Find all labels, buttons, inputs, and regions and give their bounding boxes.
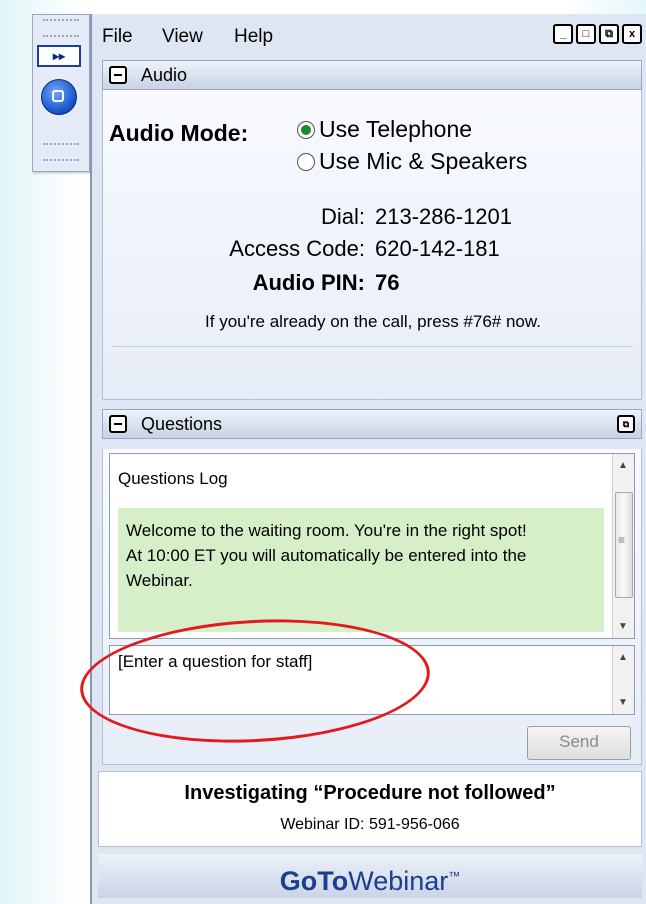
minimize-button[interactable]: _ [553, 24, 573, 44]
questions-panel-header[interactable]: Questions ⧉ [102, 409, 642, 439]
grip-handle[interactable] [43, 19, 79, 37]
scroll-thumb[interactable] [615, 492, 633, 598]
input-scrollbar[interactable]: ▲ ▼ [612, 646, 634, 714]
mini-toolbar: ▸▸ [32, 14, 90, 172]
menu-view[interactable]: View [162, 26, 203, 48]
gotowebinar-logo: GoToWebinar™ [98, 854, 642, 898]
call-note: If you're already on the call, press #76… [205, 312, 541, 331]
audio-pin-value: 76 [375, 270, 400, 295]
radio-use-telephone[interactable]: Use Telephone [297, 116, 472, 143]
message-line: At 10:00 ET you will automatically be en… [126, 546, 527, 590]
radio-selected-icon[interactable] [297, 120, 315, 139]
radio-label: Use Telephone [319, 116, 473, 142]
audio-panel-title: Audio [141, 65, 188, 85]
log-scrollbar[interactable]: ▲ ▼ [612, 454, 634, 638]
collapse-icon[interactable] [109, 415, 127, 433]
welcome-message: Welcome to the waiting room. You're in t… [118, 508, 604, 632]
logo-tm: ™ [448, 869, 461, 883]
radio-unselected-icon[interactable] [297, 152, 315, 171]
collapse-icon[interactable] [109, 66, 127, 84]
scroll-up-icon[interactable]: ▲ [618, 652, 628, 663]
access-code-value: 620-142-181 [375, 236, 500, 261]
audio-panel-header[interactable]: Audio [102, 60, 642, 90]
scroll-down-icon[interactable]: ▼ [618, 697, 628, 708]
access-code-label: Access Code: [229, 236, 365, 261]
message-line: Welcome to the waiting room. You're in t… [126, 521, 527, 540]
restore-button[interactable]: ⧉ [599, 24, 619, 44]
window-controls: _ □ ⧉ x [553, 24, 642, 44]
questions-panel-title: Questions [141, 414, 223, 434]
webinar-title: Investigating “Procedure not followed” [184, 782, 556, 804]
gotowebinar-window: File View Help _ □ ⧉ x Audio Audio Mode:… [90, 14, 646, 904]
webinar-info: Investigating “Procedure not followed” W… [98, 771, 642, 847]
forward-button[interactable]: ▸▸ [37, 45, 81, 67]
dial-value: 213-286-1201 [375, 204, 513, 229]
logo-webinar: Webinar [348, 866, 449, 896]
divider [113, 346, 633, 347]
popout-icon[interactable]: ⧉ [617, 415, 635, 433]
radio-label: Use Mic & Speakers [319, 148, 528, 174]
menu-bar: File View Help _ □ ⧉ x [92, 14, 646, 54]
close-button[interactable]: x [622, 24, 642, 44]
menu-file[interactable]: File [102, 26, 133, 48]
questions-log[interactable]: Questions Log Welcome to the waiting roo… [109, 453, 635, 639]
logo-goto: GoTo [279, 866, 349, 896]
audio-mode-label: Audio Mode: [109, 120, 249, 146]
radio-use-mic-speakers[interactable]: Use Mic & Speakers [297, 148, 527, 175]
audio-pin-label: Audio PIN: [252, 270, 365, 295]
webinar-id: Webinar ID: 591-956-066 [280, 816, 460, 833]
screen-share-icon[interactable] [41, 79, 77, 115]
menu-help[interactable]: Help [234, 26, 273, 48]
audio-panel: Audio Mode: Use Telephone Use Mic & Spea… [102, 90, 642, 400]
scroll-down-icon[interactable]: ▼ [618, 621, 628, 632]
send-button[interactable]: Send [527, 726, 631, 760]
maximize-button[interactable]: □ [576, 24, 596, 44]
grip-handle-bottom[interactable] [43, 143, 79, 161]
scroll-up-icon[interactable]: ▲ [618, 460, 628, 471]
dial-label: Dial: [320, 204, 365, 229]
questions-log-title: Questions Log [118, 469, 228, 488]
